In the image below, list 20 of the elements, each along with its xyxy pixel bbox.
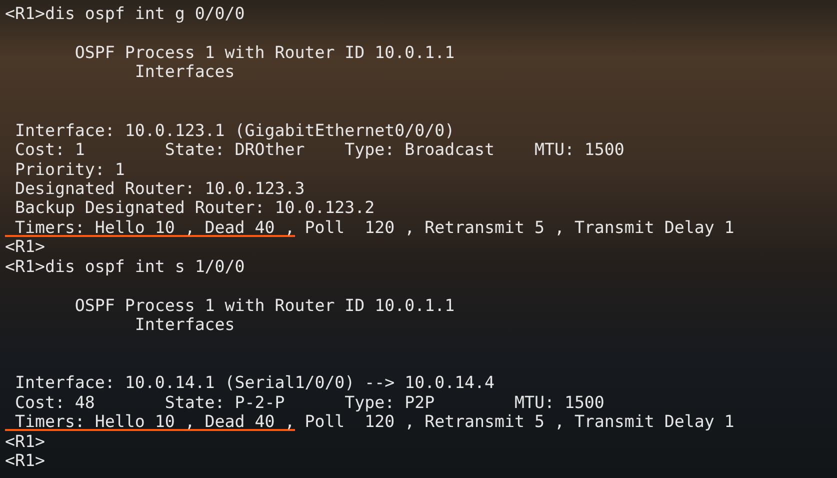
terminal-text: Poll 120 , Retransmit 5 , Transmit Delay 1 xyxy=(304,412,734,432)
terminal-text: Backup Designated Router: 10.0.123.2 xyxy=(14,198,375,218)
terminal-text: Cost: 48 State: P-2-P Type: P2P MTU: 1500 xyxy=(14,392,604,412)
terminal-text: <R1> xyxy=(5,237,45,256)
terminal-text: <R1> xyxy=(5,451,45,470)
terminal-text: Interfaces xyxy=(134,315,235,334)
terminal-text: Timers: Hello 10 , Dead 40 , xyxy=(5,218,295,237)
terminal-text: Designated Router: 10.0.123.3 xyxy=(14,178,305,198)
terminal-text: <R1>dis ospf int g 0/0/0 xyxy=(5,4,245,23)
terminal-text: Interface: 10.0.14.1 (Serial1/0/0) --> 10.0.14.4 xyxy=(14,373,495,392)
terminal-text: Poll 120 , Retransmit 5 , Transmit Delay 1 xyxy=(304,218,734,237)
terminal-text: <R1>dis ospf int s 1/0/0 xyxy=(5,256,245,276)
terminal-text: Interface: 10.0.123.1 (GigabitEthernet0/0/0) xyxy=(14,120,455,140)
terminal-text: Cost: 1 State: DROther Type: Broadcast MTU: 1500 xyxy=(14,140,624,160)
terminal-text: OSPF Process 1 with Router ID 10.0.1.1 xyxy=(74,42,455,62)
terminal-text: OSPF Process 1 with Router ID 10.0.1.1 xyxy=(74,296,455,315)
terminal-text: Interfaces xyxy=(134,62,235,82)
terminal-text: Priority: 1 xyxy=(14,160,125,178)
terminal-text: Timers: Hello 10 , Dead 40 , xyxy=(5,412,295,432)
terminal-text: <R1> xyxy=(5,432,45,451)
